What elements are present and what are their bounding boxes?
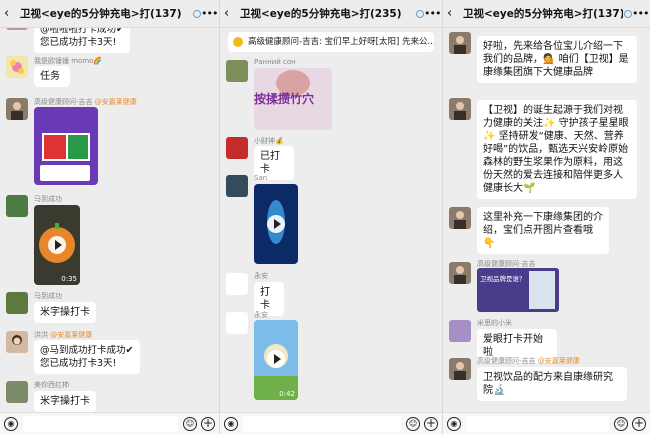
input-bar: ◉ ☺ + <box>443 412 650 434</box>
message-bubble[interactable]: 【卫视】的诞生起源于我们对视力健康的关注✨ 守护孩子星星眼✨ 坚持研发“健康、天… <box>477 100 637 199</box>
message-bubble[interactable]: 这里补充一下康缘集团的介绍，宝们点开图片查看哦👇 <box>477 207 609 254</box>
image-caption-box <box>40 165 90 181</box>
avatar[interactable] <box>226 60 248 82</box>
message-bubble[interactable]: 米字操打卡 <box>34 391 96 412</box>
message-bubble[interactable]: 卫视饮品的配方来自康缘研究院🔬 <box>477 367 627 401</box>
play-icon[interactable] <box>267 350 285 368</box>
sender-name: 我是欧锤锤 momo🌈 <box>34 57 103 65</box>
play-icon[interactable] <box>48 236 66 254</box>
back-icon[interactable]: ‹ <box>4 7 16 20</box>
voice-icon[interactable]: ◉ <box>4 416 18 431</box>
avatar[interactable] <box>6 56 28 78</box>
sun-icon <box>233 37 243 47</box>
plus-icon[interactable]: + <box>201 416 215 431</box>
poster-title: 卫视品牌是谁？ <box>480 275 526 283</box>
plus-icon[interactable]: + <box>632 416 646 431</box>
chat-header: ‹ 卫视<eye的5分钟充电>打(235) ••• <box>220 0 442 28</box>
message-bubble[interactable]: @马到成功打卡成功✔ 您已成功打卡3天! <box>34 340 140 374</box>
emoji-icon[interactable]: ☺ <box>183 416 197 431</box>
sender-name: 高级健康顾问-吉吉 @安嘉莱健康 <box>34 98 137 106</box>
image-message[interactable]: 卫视品牌是谁？ <box>477 268 559 312</box>
sender-name: 米思的小米 <box>477 319 512 327</box>
video-message[interactable]: 按揉攒竹穴 <box>254 68 332 130</box>
back-icon[interactable]: ‹ <box>447 7 459 20</box>
chat-title: 卫视<eye的5分钟充电>打(235) <box>240 8 402 20</box>
video-duration: 0:42 <box>279 390 295 398</box>
input-bar: ◉ ☺ + <box>220 412 442 434</box>
video-message[interactable] <box>254 184 298 264</box>
avatar[interactable] <box>226 175 248 197</box>
avatar[interactable] <box>449 358 471 380</box>
video-title: 按揉攒竹穴 <box>254 92 315 106</box>
more-icon[interactable]: ••• <box>424 7 441 20</box>
play-icon[interactable] <box>267 215 285 233</box>
more-icon[interactable]: ••• <box>201 7 218 20</box>
avatar[interactable] <box>449 32 471 54</box>
message-input[interactable] <box>466 415 609 432</box>
sender-name: 永安 <box>254 272 268 280</box>
sender-name: 马到成功 <box>34 195 62 203</box>
avatar[interactable] <box>6 195 28 217</box>
video-message[interactable]: 0:35 <box>34 205 80 285</box>
ai-icon[interactable] <box>416 9 424 18</box>
card-red <box>42 133 68 161</box>
emoji-icon[interactable]: ☺ <box>406 416 420 431</box>
avatar[interactable] <box>6 292 28 314</box>
sender-name: 高级健康顾问-吉吉 @安嘉莱健康 <box>477 357 580 365</box>
sender-name: Ранний сон <box>254 58 296 66</box>
avatar[interactable] <box>449 262 471 284</box>
avatar[interactable] <box>6 98 28 120</box>
sender-name: 马到成功 <box>34 292 62 300</box>
sender-name: 洪洪 @安嘉莱健康 <box>34 331 93 339</box>
chat-panel-2: ‹ 卫视<eye的5分钟充电>打(235) ••• 高级健康顾问-吉吉: 宝们早… <box>220 0 442 434</box>
chat-panel-3: ‹ 卫视<eye的5分钟充电>打(137) ••• 好啦，先来给各位宝儿介绍一下… <box>443 0 650 434</box>
avatar[interactable] <box>449 207 471 229</box>
chat-panel-1: ‹ 卫视<eye的5分钟充电>打(137) ••• @啦啦啦打卡成功✔ 您已成功… <box>0 0 219 434</box>
card-green <box>66 133 90 161</box>
message-bubble[interactable]: 好啦，先来给各位宝儿介绍一下我们的品牌，💁 咱们【卫视】是康缘集团旗下大健康品牌 <box>477 36 637 83</box>
message-bubble[interactable]: 任务 <box>34 66 70 87</box>
chat-header: ‹ 卫视<eye的5分钟充电>打(137) ••• <box>443 0 650 28</box>
ai-icon[interactable] <box>624 9 632 18</box>
image-message[interactable] <box>34 107 98 185</box>
avatar[interactable] <box>6 331 28 353</box>
sender-name: 美你西红柿 <box>34 381 69 389</box>
emoji-icon[interactable]: ☺ <box>614 416 628 431</box>
building-thumbnail <box>529 271 555 309</box>
video-duration: 0:35 <box>61 275 77 283</box>
voice-icon[interactable]: ◉ <box>224 416 238 431</box>
avatar[interactable] <box>6 381 28 403</box>
video-message[interactable]: 0:42 <box>254 320 298 400</box>
sender-name: San <box>254 174 268 182</box>
avatar[interactable] <box>449 98 471 120</box>
chat-title: 卫视<eye的5分钟充电>打(137) <box>20 8 182 20</box>
pinned-notice[interactable]: 高级健康顾问-吉吉: 宝们早上好呀[太阳] 先来公... <box>228 32 434 52</box>
avatar[interactable] <box>226 137 248 159</box>
sender-name: 永安 <box>254 311 268 319</box>
plus-icon[interactable]: + <box>424 416 438 431</box>
avatar[interactable] <box>449 320 471 342</box>
voice-icon[interactable]: ◉ <box>447 416 461 431</box>
ai-icon[interactable] <box>193 9 201 18</box>
message-input[interactable] <box>243 415 401 432</box>
more-icon[interactable]: ••• <box>632 7 649 20</box>
avatar[interactable] <box>226 273 248 295</box>
avatar[interactable] <box>226 312 248 334</box>
message-bubble[interactable]: 米字操打卡 <box>34 302 96 323</box>
message-input[interactable] <box>23 415 178 432</box>
chat-header: ‹ 卫视<eye的5分钟充电>打(137) ••• <box>0 0 219 28</box>
sender-name: 小财神💰 <box>254 137 284 145</box>
flower-avatar-icon <box>10 60 24 74</box>
input-bar: ◉ ☺ + <box>0 412 219 434</box>
chat-title: 卫视<eye的5分钟充电>打(137) <box>463 8 623 20</box>
back-icon[interactable]: ‹ <box>224 7 236 20</box>
